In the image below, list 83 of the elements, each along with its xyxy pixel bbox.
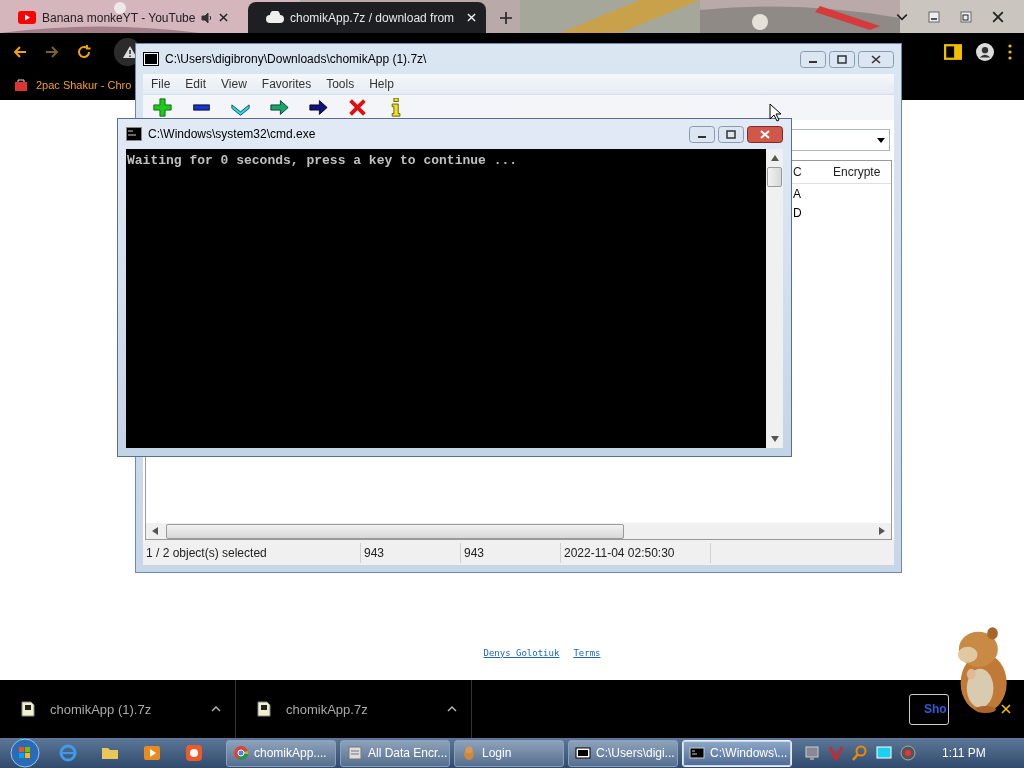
- show-all-button[interactable]: Sho: [909, 693, 949, 725]
- magnifier-icon[interactable]: [852, 745, 868, 761]
- taskbar-button[interactable]: Login: [454, 739, 564, 767]
- scrollbar-thumb[interactable]: [166, 523, 624, 539]
- table-cell: D: [793, 205, 802, 220]
- back-icon[interactable]: [12, 43, 28, 60]
- start-button[interactable]: [10, 738, 40, 768]
- minimize-button[interactable]: [689, 125, 715, 143]
- bookmark[interactable]: 2pac Shakur - Chro: [14, 78, 132, 92]
- hamster-icon: [461, 745, 477, 761]
- close-icon[interactable]: [992, 10, 1004, 23]
- up-arrow-icon[interactable]: [770, 155, 779, 161]
- footer-link[interactable]: Terms: [573, 648, 601, 658]
- clock: 1:11 PM: [942, 746, 986, 760]
- window-title: C:\Windows\system32\cmd.exe: [148, 127, 316, 141]
- extension-icon[interactable]: [944, 42, 962, 61]
- archive-file-icon: [20, 701, 36, 717]
- delete-icon[interactable]: [348, 98, 367, 117]
- close-icon[interactable]: [219, 13, 229, 22]
- close-button[interactable]: [747, 125, 783, 143]
- menu-item[interactable]: Edit: [185, 77, 207, 91]
- minimize-icon[interactable]: [928, 10, 940, 23]
- document-icon: [347, 745, 363, 761]
- arrow-icon[interactable]: [270, 98, 289, 117]
- media-player-icon[interactable]: [142, 743, 162, 763]
- status-field: 943: [361, 542, 461, 563]
- status-field: 2022-11-04 02:50:30: [561, 542, 711, 563]
- left-arrow-icon[interactable]: [152, 527, 158, 535]
- table-cell: A: [793, 186, 801, 201]
- forward-icon[interactable]: [44, 43, 60, 60]
- menu-item[interactable]: View: [221, 77, 247, 91]
- speaker-icon[interactable]: [201, 11, 214, 24]
- taskbar-button[interactable]: All Data Encr...: [340, 739, 450, 767]
- status-field: 943: [461, 542, 561, 563]
- column-header[interactable]: Encrypte: [833, 161, 891, 183]
- caret-icon[interactable]: [447, 706, 457, 712]
- console-icon: [689, 745, 705, 761]
- minimize-button[interactable]: [800, 50, 826, 68]
- app-icon[interactable]: [184, 743, 204, 763]
- network-icon[interactable]: [804, 745, 820, 761]
- plus-icon[interactable]: [153, 98, 172, 117]
- cloud-icon: [266, 11, 284, 24]
- horizontal-scrollbar[interactable]: [146, 523, 891, 539]
- menu-icon[interactable]: [1008, 43, 1012, 60]
- arrow-icon[interactable]: [309, 98, 328, 117]
- archive-icon: [143, 52, 159, 66]
- vertical-scrollbar[interactable]: [766, 149, 783, 448]
- plus-icon[interactable]: [500, 12, 512, 24]
- taskbar-button[interactable]: C:\Users\digi...: [568, 739, 678, 767]
- menu-item[interactable]: Tools: [326, 77, 355, 91]
- menu-item[interactable]: Help: [369, 77, 394, 91]
- console-line: Waiting for 0 seconds, press a key to continue ...: [127, 153, 519, 168]
- play-icon: [18, 11, 36, 24]
- record-icon[interactable]: [900, 745, 916, 761]
- tab-title: Banana monkeYT - YouTube: [42, 10, 196, 25]
- right-arrow-icon[interactable]: [879, 527, 885, 535]
- taskbar-button[interactable]: chomikApp....: [226, 739, 336, 767]
- browser-tab[interactable]: chomikApp.7z / download from: [248, 2, 486, 33]
- window-title: C:\Users\digibrony\Downloads\chomikApp (1).7z\: [165, 52, 427, 66]
- bag-icon: [14, 78, 28, 92]
- console-icon: [126, 127, 142, 141]
- footer-link[interactable]: Denys Golotiuk: [483, 648, 560, 658]
- menu-item[interactable]: Favorites: [261, 77, 312, 91]
- maximize-button[interactable]: [829, 50, 855, 68]
- menu-item[interactable]: File: [151, 77, 171, 91]
- dropdown-icon: [877, 137, 885, 143]
- restore-icon[interactable]: [960, 10, 972, 23]
- caret-icon[interactable]: [211, 706, 221, 712]
- status-field: 1 / 2 object(s) selected: [143, 542, 361, 563]
- archive-file-icon: [256, 701, 272, 717]
- down-arrow-icon[interactable]: [770, 436, 779, 442]
- chrome-icon: [233, 745, 249, 761]
- reload-icon[interactable]: [76, 43, 92, 60]
- avatar-icon[interactable]: [976, 42, 994, 61]
- monitor-icon[interactable]: [876, 745, 892, 761]
- archive-icon: [575, 745, 591, 761]
- taskbar-button[interactable]: C:\Windows\...: [682, 739, 792, 767]
- tab-title: chomikApp.7z / download from: [290, 10, 456, 25]
- scrollbar-thumb[interactable]: [767, 167, 782, 187]
- maximize-button[interactable]: [718, 125, 744, 143]
- browser-icon[interactable]: [58, 743, 78, 763]
- close-button[interactable]: [858, 50, 894, 68]
- column-header[interactable]: C: [793, 161, 833, 183]
